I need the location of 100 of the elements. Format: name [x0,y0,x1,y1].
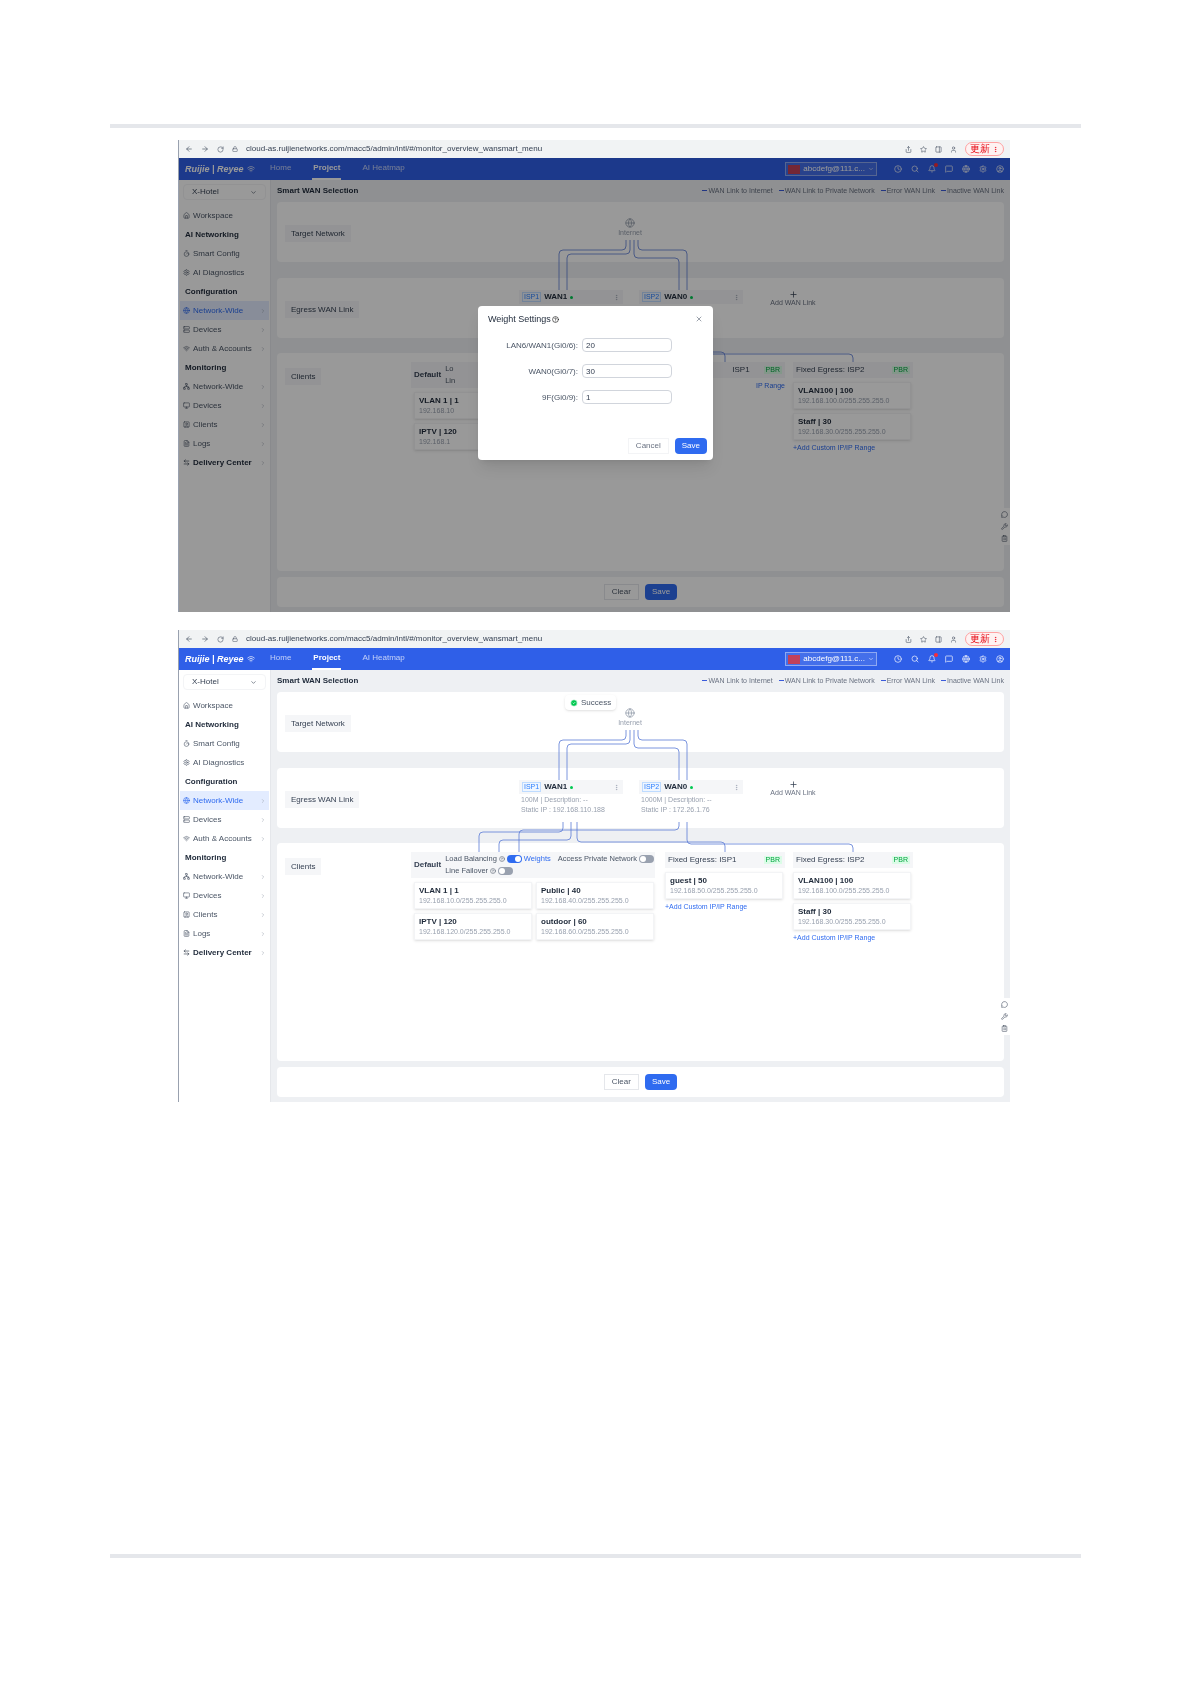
client-name: Staff | 30 [798,417,833,427]
sidebar-item[interactable]: Auth & Accounts [180,829,269,848]
check-icon [570,698,578,707]
chat-icon[interactable] [1000,1001,1008,1008]
success-toast: Success [565,695,617,711]
sidebar-item[interactable]: Devices [180,396,269,415]
clock-icon[interactable] [894,165,902,173]
search-icon[interactable] [911,655,919,663]
forward-icon[interactable] [201,635,209,643]
document-icon [183,930,190,937]
sidebar-item[interactable]: Network-Wide [180,301,269,320]
weight-field[interactable]: 30 [582,364,672,379]
brand-logo: Ruijie | Reyee [185,163,244,175]
bell-icon[interactable] [928,655,936,663]
chat-icon[interactable] [1000,511,1008,518]
sidebar-item[interactable]: Clients [180,905,269,924]
sidebar-item[interactable]: Smart Config [180,244,269,263]
message-icon[interactable] [945,165,953,173]
clear-button[interactable]: Clear [603,584,639,600]
save-button[interactable]: Save [674,438,707,454]
nav-tab[interactable]: AI Heatmap [361,648,406,670]
sidebar-item[interactable]: Clients [180,415,269,434]
settings-icon[interactable] [979,655,987,663]
chevron-right-icon [260,911,266,918]
close-icon[interactable] [695,315,703,324]
sidebar-item[interactable]: Devices [180,810,269,829]
side-panel-icon[interactable] [935,145,942,153]
chevron-right-icon [260,402,266,409]
profile-icon[interactable] [950,635,957,643]
help-icon [498,856,505,863]
chevron-right-icon [260,421,266,428]
project-select[interactable]: X-Hotel [183,184,266,200]
save-button[interactable]: Save [644,1074,678,1090]
toggle-switch[interactable] [639,855,654,864]
clear-button[interactable]: Clear [603,1074,639,1090]
settings-icon[interactable] [979,165,987,173]
forward-icon[interactable] [201,145,209,153]
nav-tab[interactable]: Home [269,648,293,670]
toggle-switch[interactable] [498,866,514,875]
wrench-icon[interactable] [1000,1013,1008,1020]
account-selector[interactable]: abcdefg@111.c... [785,652,877,666]
share-icon[interactable] [905,635,912,643]
field-label: WAN0(Gi0/7): [527,366,578,376]
sidebar-item[interactable]: Network-Wide [180,377,269,396]
sidebar-item[interactable]: Devices [180,320,269,339]
toggle-switch[interactable] [506,855,522,864]
arrows-icon [183,459,190,466]
globe-icon[interactable] [962,655,970,663]
sidebar-item[interactable]: Delivery Center [180,943,269,962]
back-icon[interactable] [185,145,193,153]
update-button[interactable]: 更新 [965,142,1004,156]
update-button[interactable]: 更新 [965,632,1004,646]
sidebar-item[interactable]: AI Diagnostics [180,753,269,772]
sidebar-item[interactable]: Auth & Accounts [180,339,269,358]
sidebar-item[interactable]: Delivery Center [180,453,269,472]
user-icon[interactable] [996,655,1004,663]
sidebar-item[interactable]: Network-Wide [180,867,269,886]
sidebar-item[interactable]: Devices [180,886,269,905]
weight-field[interactable]: 20 [582,338,672,353]
chevron-right-icon [260,440,266,447]
sidebar-item[interactable]: Logs [180,924,269,943]
clock-icon[interactable] [894,655,902,663]
lock-icon [232,146,238,152]
side-panel-icon[interactable] [935,635,942,643]
clipboard-icon[interactable] [1000,1025,1008,1032]
chevron-right-icon [260,949,266,956]
field-label: LAN6/WAN1(Gi0/6): [505,340,578,350]
reload-icon[interactable] [217,635,224,643]
sidebar-item[interactable]: AI Diagnostics [180,263,269,282]
client-name: Public | 40 [541,886,582,896]
cancel-button[interactable]: Cancel [627,438,669,454]
sidebar-item[interactable]: Network-Wide [180,791,269,810]
search-icon[interactable] [911,165,919,173]
arrows-icon [183,949,190,956]
url-text[interactable]: cloud-as.ruijienetworks.com/macc5/admin/intl/#/monitor_overview_wansmart_menu [246,144,897,154]
wifi-icon [183,835,190,842]
globe-icon [183,307,190,314]
bell-icon[interactable] [928,165,936,173]
wrench-icon[interactable] [1000,523,1008,530]
sidebar-item[interactable]: Workspace [180,206,269,225]
url-text[interactable]: cloud-as.ruijienetworks.com/macc5/admin/intl/#/monitor_overview_wansmart_menu [246,634,897,644]
profile-icon[interactable] [950,145,957,153]
weight-field[interactable]: 1 [582,390,672,405]
sidebar-item[interactable]: Logs [180,434,269,453]
user-icon[interactable] [996,165,1004,173]
sidebar-item[interactable]: Workspace [180,696,269,715]
timer-icon [183,740,190,747]
back-icon[interactable] [185,635,193,643]
save-button[interactable]: Save [644,584,678,600]
message-icon[interactable] [945,655,953,663]
share-icon[interactable] [905,145,912,153]
clipboard-icon[interactable] [1000,535,1008,542]
network-icon [183,873,190,880]
reload-icon[interactable] [217,145,224,153]
help-icon [490,867,497,874]
star-icon[interactable] [920,635,927,643]
globe-icon[interactable] [962,165,970,173]
star-icon[interactable] [920,145,927,153]
project-select[interactable]: X-Hotel [183,674,266,690]
sidebar-item[interactable]: Smart Config [180,734,269,753]
